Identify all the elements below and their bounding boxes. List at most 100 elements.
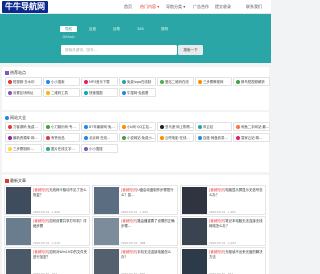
- article-title[interactable]: [营销知识]笔记本电脑无法连接无线网络怎么办？: [209, 219, 265, 229]
- site-card[interactable]: 三步骤相网·…: [5, 144, 42, 153]
- site-card-label: 小刀娱乐网·专…: [51, 125, 76, 129]
- site-card-label: 小说网站·免费小…: [127, 136, 156, 140]
- article-thumbnail[interactable]: [182, 249, 207, 274]
- tab-sogou[interactable]: 搜狗: [156, 26, 173, 32]
- article-tag: [营销知识]: [33, 188, 50, 192]
- article-title[interactable]: [营销知识]光驱读不出来光盘的解决方法: [209, 250, 265, 260]
- article-title[interactable]: [营销知识]路由器重置了设置的正确步骤…: [121, 219, 177, 229]
- article-card[interactable]: [营销知识]光驱读不出来光盘的解决方法 2020-03-31 · 812: [180, 247, 266, 274]
- globe-icon: [5, 115, 9, 120]
- article-thumbnail[interactable]: [182, 187, 207, 214]
- site-card[interactable]: 短视频·去水印: [5, 77, 42, 86]
- nav-submit[interactable]: 提交收录: [215, 4, 231, 10]
- nav-hot[interactable]: 热门内容 ▾: [140, 4, 159, 10]
- site-card[interactable]: 蜂鸟短视频解析: [233, 77, 270, 86]
- site-card[interactable]: 小k网·QQ主站…: [119, 122, 156, 131]
- site-card[interactable]: 风云站: [195, 122, 232, 131]
- site-favicon-icon: [235, 136, 240, 140]
- nav-categories[interactable]: 导航分类 ▾: [166, 4, 185, 10]
- nav-contact[interactable]: 联系我们: [246, 4, 262, 10]
- site-card[interactable]: MP3音乐下载: [81, 77, 118, 86]
- site-logo[interactable]: 牛牛导航网: [2, 1, 48, 13]
- tab-360[interactable]: 360: [132, 26, 149, 32]
- article-tag: [营销知识]: [33, 250, 50, 254]
- site-card[interactable]: 北京网·在线…: [81, 133, 118, 142]
- site-card[interactable]: 闲鱼二手网站·最…: [233, 122, 270, 131]
- article-card[interactable]: [营销知识]无线网卡驱动不见了怎么恢复？ 2020-03-31 · 1,456: [4, 185, 90, 215]
- site-card[interactable]: 87年最新网·免…: [81, 122, 118, 131]
- site-favicon-icon: [45, 136, 50, 140]
- site-card[interactable]: 图片在线文字…: [43, 144, 80, 153]
- site-card[interactable]: 三步骤教程网: [195, 77, 232, 86]
- site-card[interactable]: 免费logo在线制: [119, 77, 156, 86]
- search-hero: 导航 百度 谷歌 360 搜狗 Github: [0, 14, 271, 63]
- article-card[interactable]: [营销知识]手机无法连接电脑怎么办？ 2020-03-31 · 876: [92, 247, 178, 274]
- article-title[interactable]: [营销知识]如何对Win10中的文件夹进行加密？: [33, 250, 89, 260]
- site-card[interactable]: 有赞优品: [43, 133, 80, 142]
- site-card[interactable]: 百度·网盘收录…: [195, 133, 232, 142]
- site-favicon-icon: [45, 125, 50, 129]
- article-tag: [营销知识]: [209, 250, 226, 254]
- article-thumbnail[interactable]: [6, 249, 31, 274]
- site-favicon-icon: [7, 147, 12, 151]
- article-meta: 2020-03-31 · 1,456: [33, 210, 60, 214]
- articles-title: 最新文章: [5, 178, 26, 184]
- article-meta: 2020-03-31 · 1,034: [209, 241, 236, 245]
- site-favicon-icon: [45, 91, 50, 95]
- tab-github[interactable]: Github: [60, 34, 77, 40]
- site-card-label: 北京网·在线…: [89, 136, 111, 140]
- nav-ads[interactable]: 广告合作: [193, 4, 209, 10]
- article-card[interactable]: [营销知识]路由器重置了设置的正确步骤… 2020-03-31 · 998: [92, 216, 178, 246]
- article-card[interactable]: [营销知识]电脑显示屏显示无信号怎么办？ 2020-03-31 · 1,201: [180, 185, 266, 215]
- search-button[interactable]: 搜索一下: [178, 45, 203, 55]
- article-card[interactable]: [营销知识]笔记本电脑无法连接无线网络怎么办？ 2020-03-31 · 1,03…: [180, 216, 266, 246]
- article-card[interactable]: [营销知识]如何设置共享打印机？详细步骤 2020-03-31 · 1,110: [4, 216, 90, 246]
- site-card[interactable]: 快速搜图: [81, 88, 118, 97]
- site-card-label: 易家云站·精…: [241, 136, 263, 140]
- site-card[interactable]: 最新资源库·网…: [5, 133, 42, 142]
- site-card[interactable]: 易家云站·精…: [233, 133, 270, 142]
- site-card-label: 二维码工具: [51, 91, 68, 95]
- tab-baidu[interactable]: 百度: [84, 26, 101, 32]
- site-card-label: 设置区块网址: [13, 91, 34, 95]
- article-thumbnail[interactable]: [94, 187, 119, 214]
- site-card[interactable]: 小小搜索: [43, 77, 80, 86]
- article-thumbnail[interactable]: [6, 187, 31, 214]
- site-card[interactable]: 设置区块网址: [5, 88, 42, 97]
- article-title[interactable]: [营销知识]电脑显示屏显示无信号怎么办？: [209, 188, 265, 198]
- site-favicon-icon: [159, 136, 164, 140]
- article-card[interactable]: [营销知识]U盘启动盘制作步骤是什么？如… 2020-03-31 · 1,342: [92, 185, 178, 215]
- site-card-label: 百度·网盘收录…: [203, 136, 228, 140]
- site-card[interactable]: 牛搜网·免费看: [119, 88, 156, 97]
- site-favicon-icon: [159, 80, 164, 84]
- site-card[interactable]: 二维码工具: [43, 88, 80, 97]
- site-card[interactable]: 小说网站·免费小…: [119, 133, 156, 142]
- nav-home[interactable]: 首页: [124, 4, 132, 10]
- article-title[interactable]: [营销知识]U盘启动盘制作步骤是什么？如…: [121, 188, 177, 198]
- site-card[interactable]: 云吧电影·在线…: [157, 133, 194, 142]
- tab-google[interactable]: 谷歌: [108, 26, 125, 32]
- site-card[interactable]: 刀客源码·免费…: [5, 122, 42, 131]
- article-title[interactable]: [营销知识]如何设置共享打印机？详细步骤: [33, 219, 89, 229]
- article-card[interactable]: [营销知识]如何对Win10中的文件夹进行加密？ 2020-03-31 · 942: [4, 247, 90, 274]
- article-thumbnail[interactable]: [94, 218, 119, 245]
- article-title[interactable]: [营销知识]手机无法连接电脑怎么办？: [121, 250, 177, 260]
- article-tag: [营销知识]: [121, 219, 138, 223]
- article-thumbnail[interactable]: [94, 249, 119, 274]
- article-tag: [营销知识]: [121, 250, 138, 254]
- tab-nav[interactable]: 导航: [60, 26, 77, 32]
- article-thumbnail[interactable]: [6, 218, 31, 245]
- site-card[interactable]: 小小搜搜: [81, 144, 118, 153]
- site-card[interactable]: 小刀娱乐网·专…: [43, 122, 80, 131]
- site-card-label: 快速搜图: [89, 91, 103, 95]
- site-favicon-icon: [235, 80, 240, 84]
- site-favicon-icon: [83, 80, 88, 84]
- article-thumbnail[interactable]: [182, 218, 207, 245]
- site-card[interactable]: 亚马逊·网上购物…: [157, 122, 194, 131]
- site-card[interactable]: 爱站二维码在线: [157, 77, 194, 86]
- search-input[interactable]: 搜索关键词，回车…: [61, 45, 177, 55]
- popular-section: 网站大全 刀客源码·免费… 小刀娱乐网·专… 87年最新网·免… 小k网·QQ主站… 亚…: [2, 112, 270, 172]
- article-date: 2020-03-31: [209, 241, 226, 245]
- article-title[interactable]: [营销知识]无线网卡驱动不见了怎么恢复？: [33, 188, 89, 198]
- article-meta: 2020-03-31 · 998: [121, 241, 146, 245]
